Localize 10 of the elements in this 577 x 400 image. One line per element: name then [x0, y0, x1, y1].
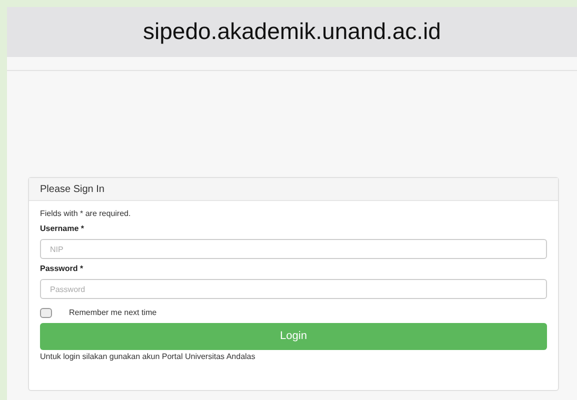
login-hint: Untuk login silakan gunakan akun Portal Universitas Andalas — [40, 352, 256, 362]
address-bar[interactable]: sipedo.akademik.unand.ac.id — [7, 7, 577, 57]
field-label: Username * — [40, 224, 86, 234]
checkbox[interactable] — [40, 308, 52, 318]
panel-title: Please Sign In — [40, 182, 104, 196]
field-label: Password * — [40, 264, 84, 274]
input-field[interactable]: NIP — [40, 239, 547, 259]
remember-label: Remember me next time — [69, 307, 157, 319]
input-field[interactable]: Password — [40, 279, 547, 299]
required-note: Fields with * are required. — [40, 209, 132, 219]
